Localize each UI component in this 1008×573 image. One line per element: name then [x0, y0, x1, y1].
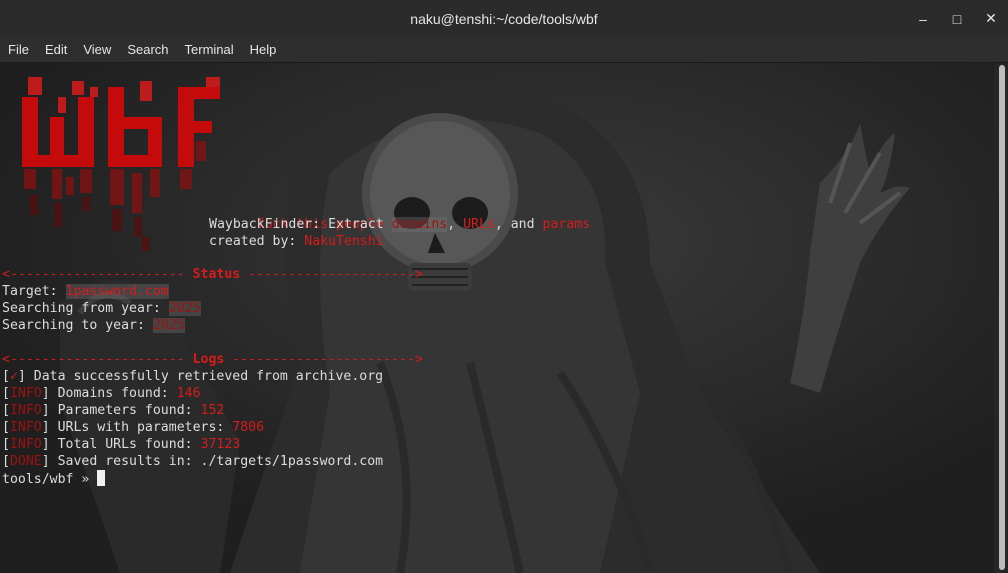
saved-text: ] Saved results in: ./targets/1password.…: [41, 454, 384, 469]
status-from-year: Searching from year: 2025: [2, 300, 201, 317]
desc-sep1: ,: [447, 217, 464, 232]
menu-edit[interactable]: Edit: [37, 42, 75, 57]
menu-view[interactable]: View: [75, 42, 119, 57]
log-line-done: [DONE] Saved results in: ./targets/1pass…: [2, 454, 384, 469]
log-line-url-params: [INFO] URLs with parameters: 7806: [2, 420, 265, 435]
logs-header: <---------------------- Logs -----------…: [2, 351, 423, 368]
to-year-label: Searching to year:: [2, 318, 153, 333]
text-cursor: [97, 470, 106, 486]
status-target: Target: 1password.com: [2, 283, 169, 300]
shell-prompt[interactable]: tools/wbf »: [2, 470, 106, 487]
from-year-label: Searching from year:: [2, 301, 169, 316]
done-tag: DONE: [9, 454, 42, 469]
desc-params: params: [542, 217, 591, 232]
desc-sep2: , and: [494, 217, 543, 232]
logs-rule-left: <----------------------: [2, 352, 193, 367]
from-year-value: 2025: [168, 301, 201, 316]
params-label: ] Parameters found:: [41, 403, 201, 418]
banner-description: WaybackFinder: Extract domains, URLs, an…: [209, 216, 590, 233]
log-line-retrieved: [✓] Data successfully retrieved from arc…: [2, 369, 384, 384]
minimize-icon[interactable]: –: [906, 0, 940, 37]
terminal-output[interactable]: fuck this people WaybackFinder: Extract …: [0, 63, 994, 573]
banner-credit: created by: NakuTenshi: [209, 233, 384, 250]
menu-search[interactable]: Search: [119, 42, 176, 57]
log-line-domains: [INFO] Domains found: 146: [2, 386, 201, 401]
params-count: 152: [200, 403, 225, 418]
desc-prefix: WaybackFinder: Extract: [209, 217, 392, 232]
maximize-icon[interactable]: □: [940, 0, 974, 37]
log-line-total-urls: [INFO] Total URLs found: 37123: [2, 437, 241, 452]
total-urls-count: 37123: [200, 437, 241, 452]
log-line-params: [INFO] Parameters found: 152: [2, 403, 225, 418]
window-titlebar: naku@tenshi:~/code/tools/wbf – □ ✕: [0, 0, 1008, 37]
total-urls-label: ] Total URLs found:: [41, 437, 201, 452]
menubar: File Edit View Search Terminal Help: [0, 37, 1008, 63]
desc-urls: URLs: [463, 217, 495, 232]
url-params-label: ] URLs with parameters:: [41, 420, 233, 435]
domains-count: 146: [176, 386, 201, 401]
status-header: <---------------------- Status ---------…: [2, 266, 423, 283]
prompt-text: tools/wbf »: [2, 472, 98, 487]
terminal-lines: fuck this people WaybackFinder: Extract …: [2, 63, 590, 487]
url-params-count: 7806: [232, 420, 265, 435]
scrollbar-thumb[interactable]: [999, 65, 1005, 570]
wbf-logo: [22, 77, 220, 251]
info-tag: INFO: [9, 420, 42, 435]
check-icon: ✓: [9, 369, 18, 384]
menu-help[interactable]: Help: [242, 42, 285, 57]
desc-domains: domains: [391, 217, 448, 232]
menu-terminal[interactable]: Terminal: [177, 42, 242, 57]
target-label: Target:: [2, 284, 66, 299]
status-rule-left: <----------------------: [2, 267, 193, 282]
status-title: Status: [192, 267, 241, 282]
created-prefix: created by:: [209, 234, 305, 249]
status-rule-right: --------------------->: [240, 267, 423, 282]
close-icon[interactable]: ✕: [974, 0, 1008, 37]
target-value: 1password.com: [65, 284, 169, 299]
info-tag: INFO: [9, 386, 42, 401]
domains-label: ] Domains found:: [41, 386, 177, 401]
log-retrieved-text: ] Data successfully retrieved from archi…: [17, 369, 384, 384]
author-name: NakuTenshi: [304, 234, 384, 249]
logs-rule-right: ----------------------->: [224, 352, 423, 367]
info-tag: INFO: [9, 403, 42, 418]
window-controls: – □ ✕: [906, 0, 1008, 37]
to-year-value: 2025: [152, 318, 185, 333]
banner-tagline: fuck this people: [209, 199, 384, 232]
window-title: naku@tenshi:~/code/tools/wbf: [410, 10, 598, 27]
status-to-year: Searching to year: 2025: [2, 317, 185, 334]
menu-file[interactable]: File: [0, 42, 37, 57]
logs-title: Logs: [192, 352, 225, 367]
info-tag: INFO: [9, 437, 42, 452]
